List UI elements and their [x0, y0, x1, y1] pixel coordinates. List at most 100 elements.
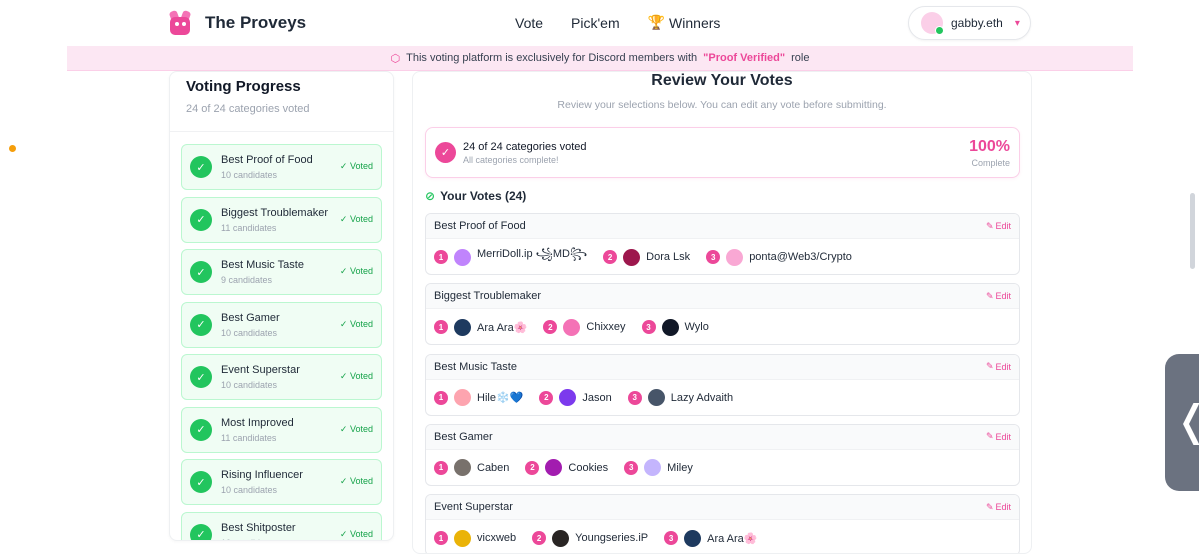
category-name: Event Superstar: [221, 364, 300, 376]
check-icon: ✓: [190, 261, 212, 283]
progress-subtitle: 24 of 24 categories voted: [186, 103, 310, 115]
candidate-avatar: [623, 248, 641, 266]
chevron-left-icon: ❬: [1174, 396, 1199, 445]
rank-badge: 1: [434, 320, 448, 335]
category-name: Best Shitposter: [221, 521, 296, 534]
main-nav: Vote Pick'em 🏆 Winners: [515, 14, 720, 31]
rank-badge: 2: [532, 531, 547, 546]
edit-label: Edit: [995, 291, 1011, 302]
side-panel-handle[interactable]: ❬: [1165, 354, 1199, 491]
category-count: 11 candidates: [221, 432, 277, 443]
candidate-name: Jason: [582, 391, 612, 404]
nav-winners-label: Winners: [669, 14, 721, 31]
nav-pickem[interactable]: Pick'em: [571, 14, 620, 31]
completion-percent: 100%: [969, 138, 1010, 155]
rank-badge: 2: [525, 460, 540, 475]
review-title: Review Your Votes: [651, 72, 793, 89]
rank-badge: 1: [434, 460, 448, 475]
rank-badge: 3: [641, 320, 656, 335]
category-count: 11 candidates: [221, 222, 277, 233]
review-subtitle: Review your selections below. You can ed…: [557, 99, 887, 111]
category-item[interactable]: ✓ Best Proof of Food 10 candidates ✓ Voted: [181, 144, 382, 190]
voting-progress-panel: Voting Progress 24 of 24 categories vote…: [169, 71, 394, 541]
vote-pick: 3 Miley: [624, 459, 693, 477]
category-item[interactable]: ✓ Event Superstar 10 candidates ✓ Voted: [181, 354, 382, 400]
edit-button[interactable]: ✎ Edit: [986, 431, 1011, 442]
vote-pick: 3 Wylo: [641, 318, 709, 336]
check-icon: ✓: [190, 156, 212, 178]
rank-badge: 1: [434, 390, 448, 405]
check-circle-icon: ⊘: [425, 189, 436, 203]
rank-badge: 3: [706, 250, 721, 264]
vote-pick: 3 ponta@Web3/Crypto: [706, 248, 852, 266]
user-menu-button[interactable]: gabby.eth ▾: [908, 6, 1031, 40]
candidate-avatar: [454, 248, 471, 266]
category-count: 10 candidates: [221, 327, 278, 338]
candidate-avatar: [563, 318, 581, 336]
candidate-avatar: [684, 529, 702, 547]
rank-badge: 3: [624, 460, 639, 475]
candidate-name: Dora Lsk: [646, 251, 691, 263]
vote-category-name: Best Gamer: [434, 430, 493, 443]
candidate-avatar: [552, 529, 570, 547]
review-panel: Review Your Votes Review your selections…: [412, 71, 1032, 554]
vote-pick: 2 Youngseries.iP: [532, 529, 649, 547]
vote-pick: 1 vicxweb: [434, 529, 516, 547]
edit-button[interactable]: ✎ Edit: [986, 221, 1011, 232]
candidate-avatar: [647, 389, 665, 407]
category-item[interactable]: ✓ Rising Influencer 10 candidates ✓ Voted: [181, 459, 382, 505]
nav-vote[interactable]: Vote: [515, 14, 543, 31]
logo-icon: [167, 9, 193, 37]
voted-badge: ✓ Voted: [339, 423, 373, 434]
banner-prefix: This voting platform is exclusively for …: [406, 52, 698, 64]
candidate-avatar: [454, 318, 471, 336]
edit-button[interactable]: ✎ Edit: [986, 291, 1011, 302]
shield-icon: ⬡: [390, 52, 401, 65]
category-item[interactable]: ✓ Biggest Troublemaker 11 candidates ✓ Vote…: [181, 196, 382, 243]
category-count: 9 candidates: [221, 275, 273, 285]
category-item[interactable]: ✓ Best Music Taste 9 candidates ✓ Voted: [181, 249, 382, 295]
edit-button[interactable]: ✎ Edit: [986, 502, 1011, 513]
vote-card: Biggest Troublemaker ✎ Edit 1 Ara Ara🌸 2 Chixx…: [425, 283, 1020, 346]
category-count: 10 candidates: [221, 380, 278, 390]
candidate-name: Hile❄️💙: [477, 392, 524, 405]
check-icon: ✓: [190, 313, 212, 336]
candidate-name: Wylo: [684, 321, 709, 334]
chevron-down-icon: ▾: [1014, 17, 1020, 29]
rank-badge: 1: [434, 250, 448, 264]
category-name: Best Gamer: [221, 311, 280, 324]
completion-label: Complete: [971, 158, 1010, 168]
brand-name: The Proveys: [205, 13, 307, 32]
category-item[interactable]: ✓ Best Shitposter 10 candidates ✓ Voted: [181, 511, 382, 540]
vote-card: Best Music Taste ✎ Edit 1 Hile❄️💙 2 Jason 3 Lazy…: [425, 353, 1020, 416]
category-item[interactable]: ✓ Best Gamer 10 candidates ✓ Voted: [181, 301, 382, 348]
category-item[interactable]: ✓ Most Improved 11 candidates ✓ Voted: [181, 406, 382, 453]
voted-badge: ✓ Voted: [339, 213, 373, 224]
candidate-name: Ara Ara🌸: [477, 321, 528, 334]
vote-card: Best Proof of Food ✎ Edit 1 MerriDoll.ip ꧁MD…: [425, 213, 1020, 275]
brand[interactable]: The Proveys: [167, 9, 306, 37]
category-list: ✓ Best Proof of Food 10 candidates ✓ Voted ✓…: [170, 132, 393, 540]
edit-button[interactable]: ✎ Edit: [986, 361, 1011, 372]
scrollbar[interactable]: [1190, 193, 1195, 269]
rank-badge: 2: [543, 320, 558, 335]
your-votes-heading: ⊘ Your Votes (24): [425, 189, 526, 203]
edit-label: Edit: [995, 221, 1011, 231]
voted-badge: ✓ Voted: [339, 371, 373, 381]
check-icon: ✓: [190, 523, 212, 540]
user-avatar: [921, 12, 944, 35]
candidate-name: Youngseries.iP: [575, 532, 649, 545]
check-icon: ✓: [190, 208, 212, 231]
nav-winners[interactable]: 🏆 Winners: [648, 14, 721, 31]
edit-label: Edit: [995, 502, 1011, 513]
vote-pick: 2 Jason: [539, 389, 612, 407]
voted-badge: ✓ Voted: [339, 528, 373, 539]
notification-dot: [9, 145, 16, 152]
category-count: 10 candidates: [221, 170, 278, 180]
category-count: 10 candidates: [221, 485, 278, 495]
pencil-icon: ✎: [985, 501, 994, 512]
candidate-name: Miley: [667, 461, 693, 474]
rank-badge: 1: [434, 531, 448, 546]
candidate-avatar: [454, 389, 471, 407]
discord-banner: ⬡ This voting platform is exclusively fo…: [67, 46, 1133, 71]
